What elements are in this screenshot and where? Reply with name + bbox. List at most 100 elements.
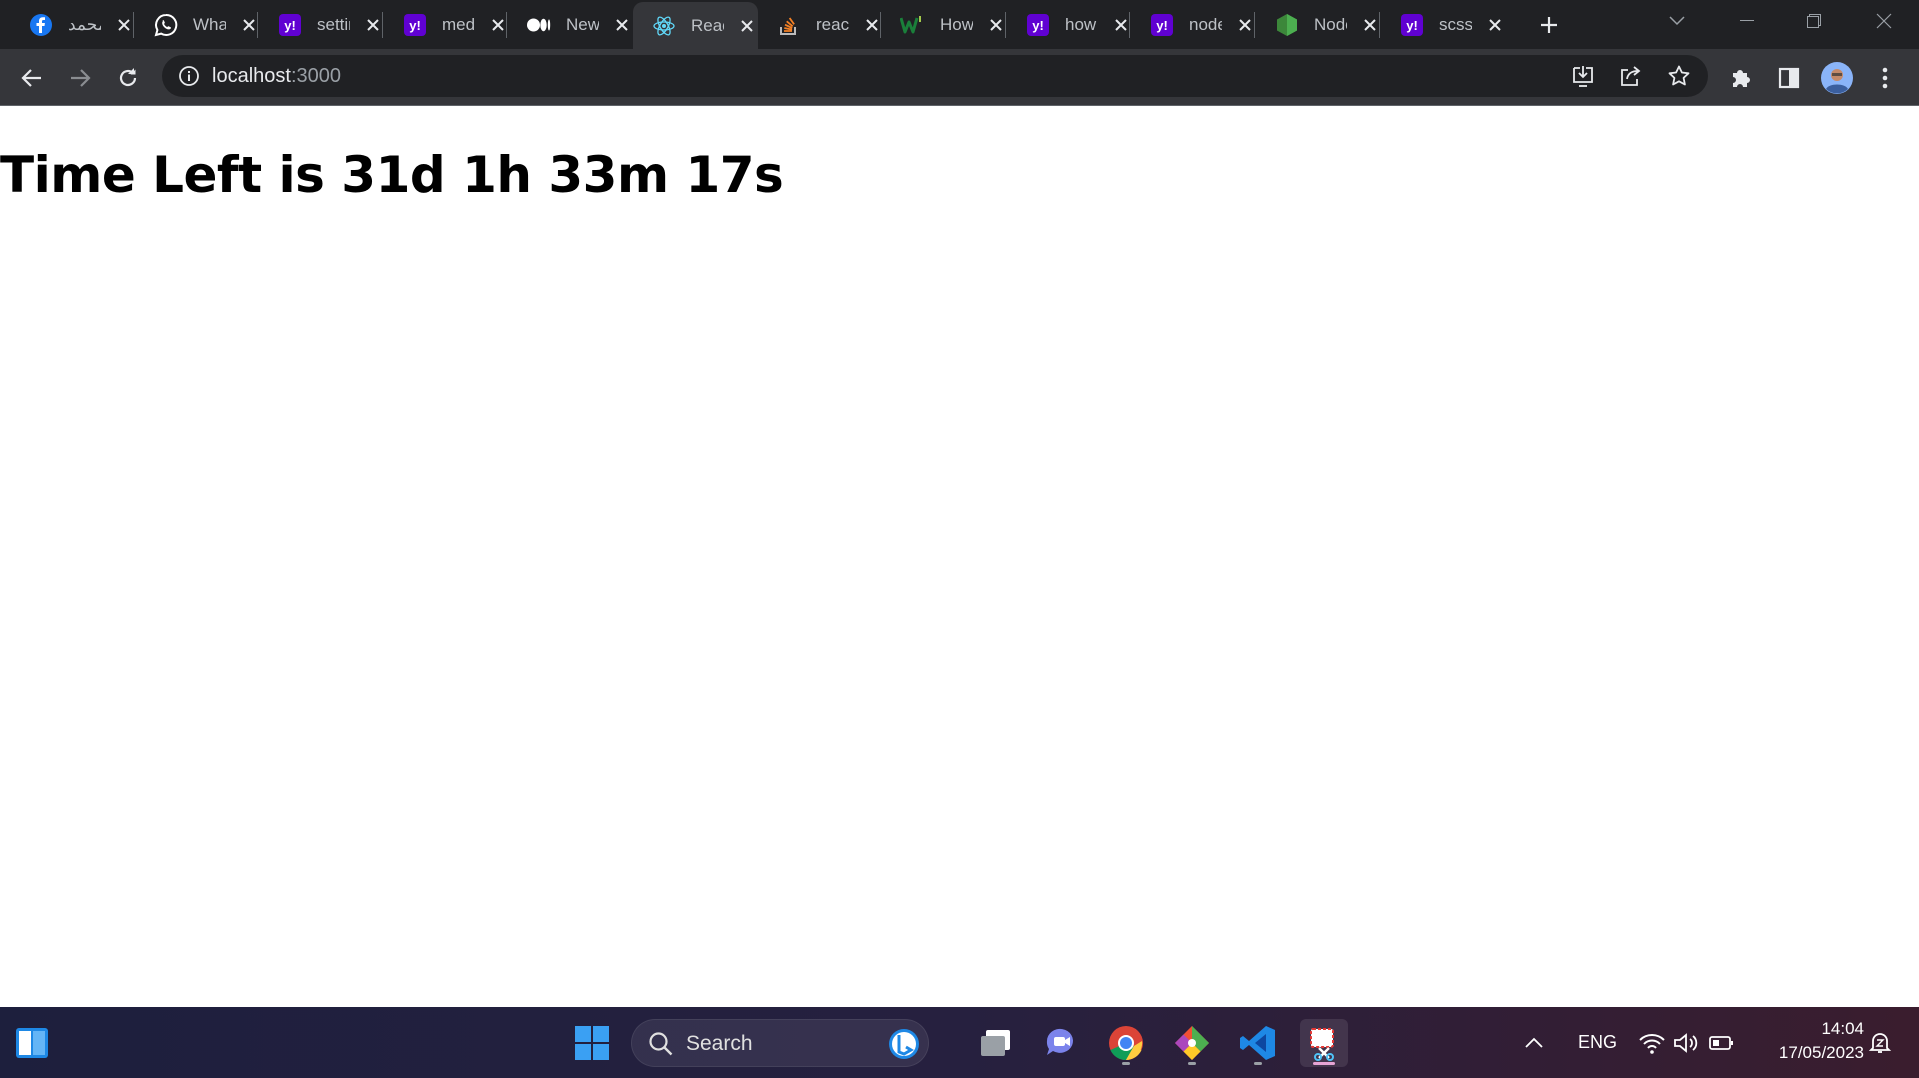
network-volume-battery-group[interactable] bbox=[1638, 1007, 1736, 1078]
browser-tab[interactable]: y! setting bbox=[259, 6, 384, 44]
avatar-icon bbox=[1821, 62, 1853, 94]
browser-tab[interactable]: react bbox=[758, 6, 883, 44]
show-hidden-icons-button[interactable] bbox=[1524, 1007, 1544, 1078]
tab-separator bbox=[506, 12, 507, 38]
close-window-button[interactable] bbox=[1869, 8, 1899, 34]
tab-separator bbox=[1005, 12, 1006, 38]
taskbar-search[interactable]: Search bbox=[631, 1019, 929, 1067]
nodejs-icon bbox=[1274, 12, 1300, 38]
browser-tab[interactable]: React bbox=[633, 2, 758, 49]
windows-logo-icon bbox=[575, 1026, 609, 1060]
battery-icon bbox=[1709, 1035, 1733, 1050]
tab-title: محمد bbox=[68, 15, 101, 34]
share-button[interactable] bbox=[1614, 59, 1648, 93]
close-tab-icon[interactable] bbox=[1360, 14, 1381, 36]
svg-text:y!: y! bbox=[1032, 18, 1044, 33]
clock-date: 17/05/2023 bbox=[1778, 1043, 1864, 1062]
restore-button[interactable] bbox=[1799, 8, 1829, 34]
browser-tab[interactable]: Node bbox=[1256, 6, 1381, 44]
minimize-button[interactable] bbox=[1732, 8, 1762, 34]
extensions-button[interactable] bbox=[1724, 61, 1758, 95]
side-panel-button[interactable] bbox=[1772, 61, 1806, 95]
side-panel-icon bbox=[1778, 67, 1800, 89]
profile-avatar[interactable] bbox=[1820, 61, 1854, 95]
close-tab-icon[interactable] bbox=[737, 15, 758, 37]
tab-separator bbox=[257, 12, 258, 38]
input-language[interactable]: ENG bbox=[1578, 1007, 1617, 1078]
new-tab-button[interactable] bbox=[1534, 10, 1564, 40]
tab-title: how bbox=[1065, 15, 1097, 34]
site-info-icon[interactable] bbox=[178, 65, 200, 87]
clock-time: 14:04 bbox=[1821, 1019, 1864, 1038]
menu-button[interactable] bbox=[1868, 61, 1902, 95]
install-app-button[interactable] bbox=[1566, 59, 1600, 93]
browser-tab[interactable]: y! how bbox=[1007, 6, 1132, 44]
whatsapp-icon bbox=[153, 12, 179, 38]
taskbar-teams[interactable] bbox=[1037, 1019, 1085, 1067]
bing-icon[interactable] bbox=[886, 1026, 922, 1062]
wikihow-icon bbox=[900, 12, 926, 38]
taskbar-task-view[interactable] bbox=[972, 1019, 1020, 1067]
forward-button[interactable] bbox=[63, 61, 97, 95]
system-clock[interactable]: 14:04 17/05/2023 bbox=[1754, 1017, 1864, 1065]
tab-separator bbox=[880, 12, 881, 38]
tab-title: media bbox=[442, 15, 475, 34]
browser-tab[interactable]: y! media bbox=[384, 6, 509, 44]
yahoo-icon: y! bbox=[402, 12, 428, 38]
page-viewport: Time Left is 31d 1h 33m 17s bbox=[0, 106, 1919, 1007]
teams-chat-icon bbox=[1046, 1028, 1073, 1055]
snipping-tool-icon bbox=[1310, 1028, 1334, 1061]
back-button[interactable] bbox=[15, 61, 49, 95]
widgets-icon bbox=[16, 1028, 48, 1058]
widgets-button[interactable] bbox=[8, 1019, 56, 1067]
close-tab-icon[interactable] bbox=[612, 14, 633, 36]
address-bar[interactable]: localhost:3000 bbox=[162, 55, 1708, 97]
browser-tab[interactable]: محمد bbox=[10, 6, 135, 44]
reload-button[interactable] bbox=[111, 61, 145, 95]
running-indicator bbox=[1254, 1062, 1262, 1065]
medium-icon bbox=[526, 12, 552, 38]
vscode-icon bbox=[1240, 1026, 1275, 1060]
notifications-button[interactable] bbox=[1868, 1007, 1892, 1078]
browser-tab[interactable]: New bbox=[508, 6, 633, 44]
running-indicator bbox=[1122, 1062, 1130, 1065]
stackoverflow-icon bbox=[776, 12, 802, 38]
wifi-icon bbox=[1639, 1033, 1665, 1054]
tab-title: node bbox=[1189, 15, 1222, 34]
tab-title: WhatsApp bbox=[193, 15, 226, 34]
install-icon bbox=[1573, 66, 1593, 87]
bookmark-button[interactable] bbox=[1662, 59, 1696, 93]
close-tab-icon[interactable] bbox=[114, 14, 135, 36]
close-tab-icon[interactable] bbox=[986, 14, 1007, 36]
more-vert-icon bbox=[1882, 67, 1888, 89]
tab-title: New bbox=[566, 15, 599, 34]
search-icon bbox=[649, 1032, 673, 1056]
tab-search-button[interactable] bbox=[1662, 8, 1692, 34]
close-tab-icon[interactable] bbox=[1235, 14, 1256, 36]
url-port: :3000 bbox=[290, 65, 341, 87]
taskbar-vscode[interactable] bbox=[1234, 1019, 1282, 1067]
taskbar-chrome[interactable] bbox=[1102, 1019, 1150, 1067]
taskbar-snipping-tool[interactable] bbox=[1300, 1019, 1348, 1067]
chevron-up-icon bbox=[1525, 1037, 1543, 1048]
browser-tab[interactable]: y! node bbox=[1131, 6, 1256, 44]
tab-strip: محمد WhatsApp y! setting y! media New Re… bbox=[0, 0, 1919, 49]
browser-tab[interactable]: WhatsApp bbox=[135, 6, 260, 44]
browser-tab[interactable]: How bbox=[882, 6, 1007, 44]
git-icon bbox=[1175, 1026, 1209, 1060]
start-button[interactable] bbox=[568, 1019, 616, 1067]
tab-separator bbox=[382, 12, 383, 38]
taskbar-git[interactable] bbox=[1168, 1019, 1216, 1067]
yahoo-icon: y! bbox=[277, 12, 303, 38]
browser-tab[interactable]: y! scss bbox=[1381, 6, 1506, 44]
tab-separator bbox=[1254, 12, 1255, 38]
share-icon bbox=[1621, 66, 1641, 86]
active-indicator bbox=[1313, 1062, 1335, 1065]
close-tab-icon[interactable] bbox=[1485, 14, 1506, 36]
close-tab-icon[interactable] bbox=[363, 14, 384, 36]
tab-title: How bbox=[940, 15, 973, 34]
notification-bell-icon bbox=[1868, 1032, 1892, 1053]
tab-separator bbox=[133, 12, 134, 38]
puzzle-icon bbox=[1733, 70, 1750, 87]
reload-icon bbox=[119, 68, 137, 87]
